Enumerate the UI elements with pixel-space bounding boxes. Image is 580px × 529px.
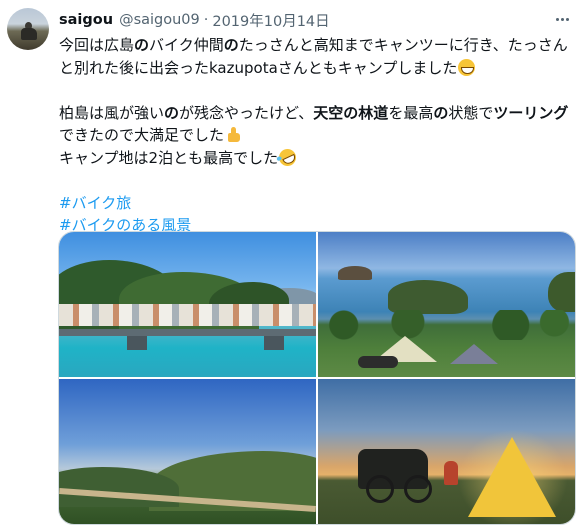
text-line: 柏島は風が強いのが残念やったけど、天空の林道を最高の状態でツーリング — [59, 103, 569, 122]
photo-mountain-ridge[interactable] — [59, 379, 316, 524]
photo-harbor-bridge[interactable] — [59, 232, 316, 377]
display-name[interactable]: saigou — [59, 12, 113, 28]
hashtag-line: #バイク旅 — [59, 192, 574, 215]
more-dots-icon[interactable] — [552, 10, 572, 28]
text-line: キャンプ地は2泊とも最高でした — [59, 145, 574, 170]
photo-sunset-tent[interactable] — [318, 379, 575, 524]
avatar-figure-body — [21, 28, 37, 40]
thumbs-up-emoji — [225, 126, 242, 143]
rolling-on-floor-laughing-emoji — [276, 145, 299, 169]
text-line: と別れた後に出会ったkazupotaさんともキャンプしました — [59, 57, 574, 80]
tweet[interactable]: saigou @saigou09 · 2019年10月14日 今回は広島のバイク… — [0, 0, 580, 529]
media-gallery — [58, 231, 576, 525]
grinning-face-emoji — [458, 58, 476, 76]
photo-coastal-campsite[interactable] — [318, 232, 575, 377]
text-line: 今回は広島のバイク仲間のたっさんと高知までキャンツーに行き、たっさん — [59, 36, 568, 54]
separator-dot: · — [203, 12, 209, 28]
avatar[interactable] — [7, 8, 49, 50]
tweet-date[interactable]: 2019年10月14日 — [212, 10, 329, 31]
tweet-text: 今回は広島のバイク仲間のたっさんと高知までキャンツーに行き、たっさん と別れた後… — [59, 34, 574, 237]
tweet-header: saigou @saigou09 · 2019年10月14日 — [59, 10, 330, 30]
text-line: できたので大満足でした — [59, 124, 574, 147]
user-handle[interactable]: @saigou09 — [119, 12, 200, 28]
hashtag-link[interactable]: #バイク旅 — [59, 194, 131, 212]
